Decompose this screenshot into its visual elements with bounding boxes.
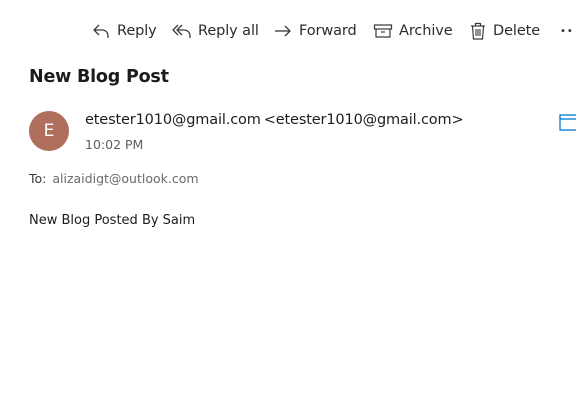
forward-button[interactable]: Forward: [273, 16, 357, 46]
to-label: To:: [29, 171, 47, 186]
popout-icon[interactable]: [558, 112, 576, 132]
archive-button[interactable]: Archive: [373, 16, 453, 46]
reply-button[interactable]: Reply: [91, 16, 157, 46]
message-time: 10:02 PM: [85, 137, 144, 152]
message-subject: New Blog Post: [29, 67, 169, 87]
forward-label: Forward: [299, 23, 357, 39]
recipient-address[interactable]: alizaidigt@outlook.com: [52, 171, 198, 186]
reply-all-icon: [172, 24, 191, 38]
archive-icon: [373, 24, 393, 38]
reply-all-button[interactable]: Reply all: [172, 16, 259, 46]
message-body: New Blog Posted By Saim: [29, 213, 196, 228]
reply-icon: [93, 24, 109, 38]
sender-name: etester1010@gmail.com: [85, 112, 261, 128]
more-icon: ••: [560, 25, 574, 37]
sender-avatar[interactable]: E: [29, 111, 69, 151]
more-actions-button[interactable]: ••: [560, 16, 576, 46]
delete-button[interactable]: Delete: [469, 16, 540, 46]
forward-icon: [275, 25, 291, 37]
sender-address: <etester1010@gmail.com>: [263, 112, 464, 128]
message-toolbar: Reply Reply all Forward Archive Delete •…: [0, 16, 576, 46]
delete-label: Delete: [493, 23, 541, 39]
avatar-initial: E: [43, 121, 55, 141]
trash-icon: [471, 22, 485, 40]
archive-label: Archive: [399, 23, 453, 39]
recipients-line: To: alizaidigt@outlook.com: [29, 171, 199, 186]
sender-line[interactable]: etester1010@gmail.com <etester1010@gmail.…: [85, 112, 464, 128]
reply-all-label: Reply all: [198, 23, 259, 39]
reply-label: Reply: [117, 23, 157, 39]
